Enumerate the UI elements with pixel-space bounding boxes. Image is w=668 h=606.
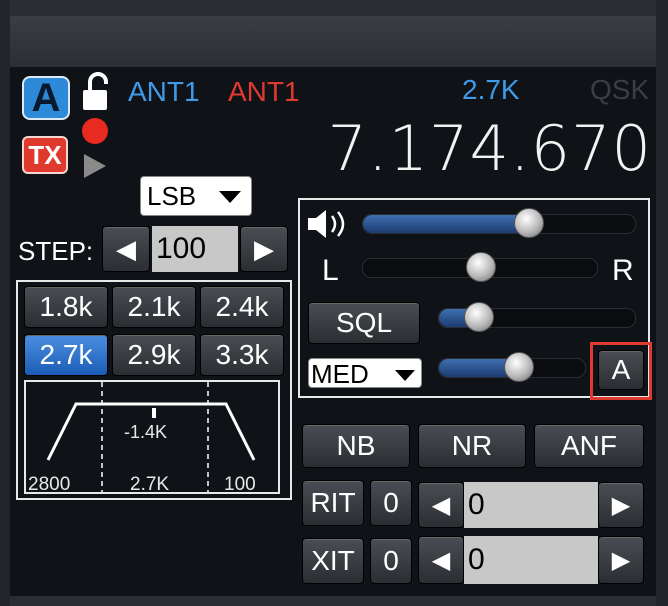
agc-auto-button[interactable]: A — [598, 350, 644, 390]
step-decrease-button[interactable]: ◀ — [102, 226, 150, 272]
filter-button[interactable]: 2.4k — [200, 286, 284, 328]
filter-button[interactable]: 2.7k — [24, 334, 108, 376]
left-arrow-icon: ◀ — [431, 491, 451, 519]
volume-fill — [363, 215, 529, 233]
nb-button[interactable]: NB — [302, 424, 410, 468]
filter-button-label: 3.3k — [215, 339, 269, 370]
chevron-down-icon — [395, 369, 415, 387]
frequency-display[interactable]: 7.174.670 — [308, 112, 652, 185]
right-arrow-icon: ▶ — [611, 546, 631, 574]
tx-antenna-select[interactable]: ANT1 — [228, 76, 300, 108]
agc-threshold-slider[interactable] — [438, 352, 586, 382]
xit-label: XIT — [311, 545, 355, 576]
filter-offset-label: -1.4K — [124, 422, 168, 442]
filter-button-label: 1.8k — [39, 291, 93, 322]
agc-threshold-knob[interactable] — [504, 352, 534, 382]
step-increase-button[interactable]: ▶ — [240, 226, 288, 272]
filter-width-readout: 2.7K — [462, 74, 520, 105]
nr-label: NR — [451, 430, 493, 461]
pan-knob[interactable] — [466, 252, 496, 282]
rit-offset-input[interactable]: 0 — [464, 482, 598, 528]
qsk-indicator[interactable]: QSK — [590, 74, 649, 106]
squelch-label: SQL — [335, 307, 393, 338]
tx-label: TX — [28, 139, 62, 170]
unlock-icon[interactable] — [80, 72, 112, 112]
volume-knob[interactable] — [514, 208, 544, 238]
left-arrow-icon: ◀ — [116, 233, 136, 264]
filter-button[interactable]: 2.9k — [112, 334, 196, 376]
xit-offset-input[interactable]: 0 — [464, 536, 598, 584]
bottom-border — [10, 596, 656, 606]
filter-button[interactable]: 1.8k — [24, 286, 108, 328]
speaker-icon[interactable] — [306, 206, 350, 242]
xit-increase-button[interactable]: ▶ — [598, 536, 644, 584]
step-value: 100 — [156, 232, 207, 265]
xit-offset-value: 0 — [468, 543, 485, 576]
mode-value: LSB — [147, 180, 197, 211]
squelch-button[interactable]: SQL — [308, 302, 420, 344]
pan-slider[interactable] — [362, 252, 598, 282]
squelch-knob[interactable] — [464, 302, 494, 332]
right-arrow-icon: ▶ — [611, 491, 631, 519]
left-border — [0, 0, 10, 606]
slice-letter-badge[interactable]: A — [22, 76, 70, 120]
right-arrow-icon: ▶ — [254, 233, 274, 264]
pan-right-label: R — [612, 254, 634, 287]
xit-button[interactable]: XIT — [302, 538, 364, 584]
rit-button[interactable]: RIT — [302, 480, 364, 526]
filter-button-label: 2.4k — [215, 291, 269, 322]
filter-button-label: 2.1k — [127, 291, 181, 322]
rit-increase-button[interactable]: ▶ — [598, 482, 644, 528]
filter-button-label: 2.9k — [127, 339, 181, 370]
slice-letter: A — [31, 75, 61, 120]
filter-button[interactable]: 3.3k — [200, 334, 284, 376]
xit-zero-label: 0 — [383, 545, 399, 576]
left-arrow-icon: ◀ — [431, 546, 451, 574]
xit-zero-button[interactable]: 0 — [370, 538, 412, 584]
agc-auto-label: A — [611, 354, 631, 385]
xit-decrease-button[interactable]: ◀ — [418, 536, 464, 584]
anf-label: ANF — [561, 430, 617, 461]
right-border — [656, 0, 668, 606]
chevron-down-icon — [219, 191, 241, 210]
tx-badge[interactable]: TX — [22, 136, 68, 174]
agc-mode-dropdown[interactable]: MED — [308, 358, 422, 389]
filter-low-label: 2800 — [28, 474, 71, 495]
filter-graph[interactable]: -1.4K 2800 2.7K 100 — [24, 380, 280, 495]
mode-dropdown[interactable]: LSB — [140, 176, 252, 216]
agc-mode-value: MED — [311, 359, 369, 389]
filter-width-label: 2.7K — [130, 474, 170, 495]
anf-button[interactable]: ANF — [534, 424, 644, 468]
nb-label: NB — [336, 430, 376, 461]
record-icon[interactable] — [82, 118, 108, 144]
play-icon[interactable] — [82, 152, 108, 180]
step-label: STEP: — [18, 236, 94, 266]
rit-offset-value: 0 — [468, 488, 485, 521]
filter-high-label: 100 — [224, 474, 256, 495]
filter-button-label: 2.7k — [39, 339, 93, 370]
rit-zero-label: 0 — [383, 487, 399, 518]
rx-antenna-select[interactable]: ANT1 — [128, 76, 200, 108]
pan-left-label: L — [322, 254, 339, 287]
volume-slider[interactable] — [362, 208, 636, 238]
squelch-slider[interactable] — [438, 302, 636, 332]
rit-decrease-button[interactable]: ◀ — [418, 482, 464, 528]
nr-button[interactable]: NR — [418, 424, 526, 468]
panel-header — [10, 16, 656, 68]
filter-button[interactable]: 2.1k — [112, 286, 196, 328]
rit-label: RIT — [310, 487, 356, 518]
rit-zero-button[interactable]: 0 — [370, 480, 412, 526]
step-input[interactable]: 100 — [152, 226, 238, 272]
